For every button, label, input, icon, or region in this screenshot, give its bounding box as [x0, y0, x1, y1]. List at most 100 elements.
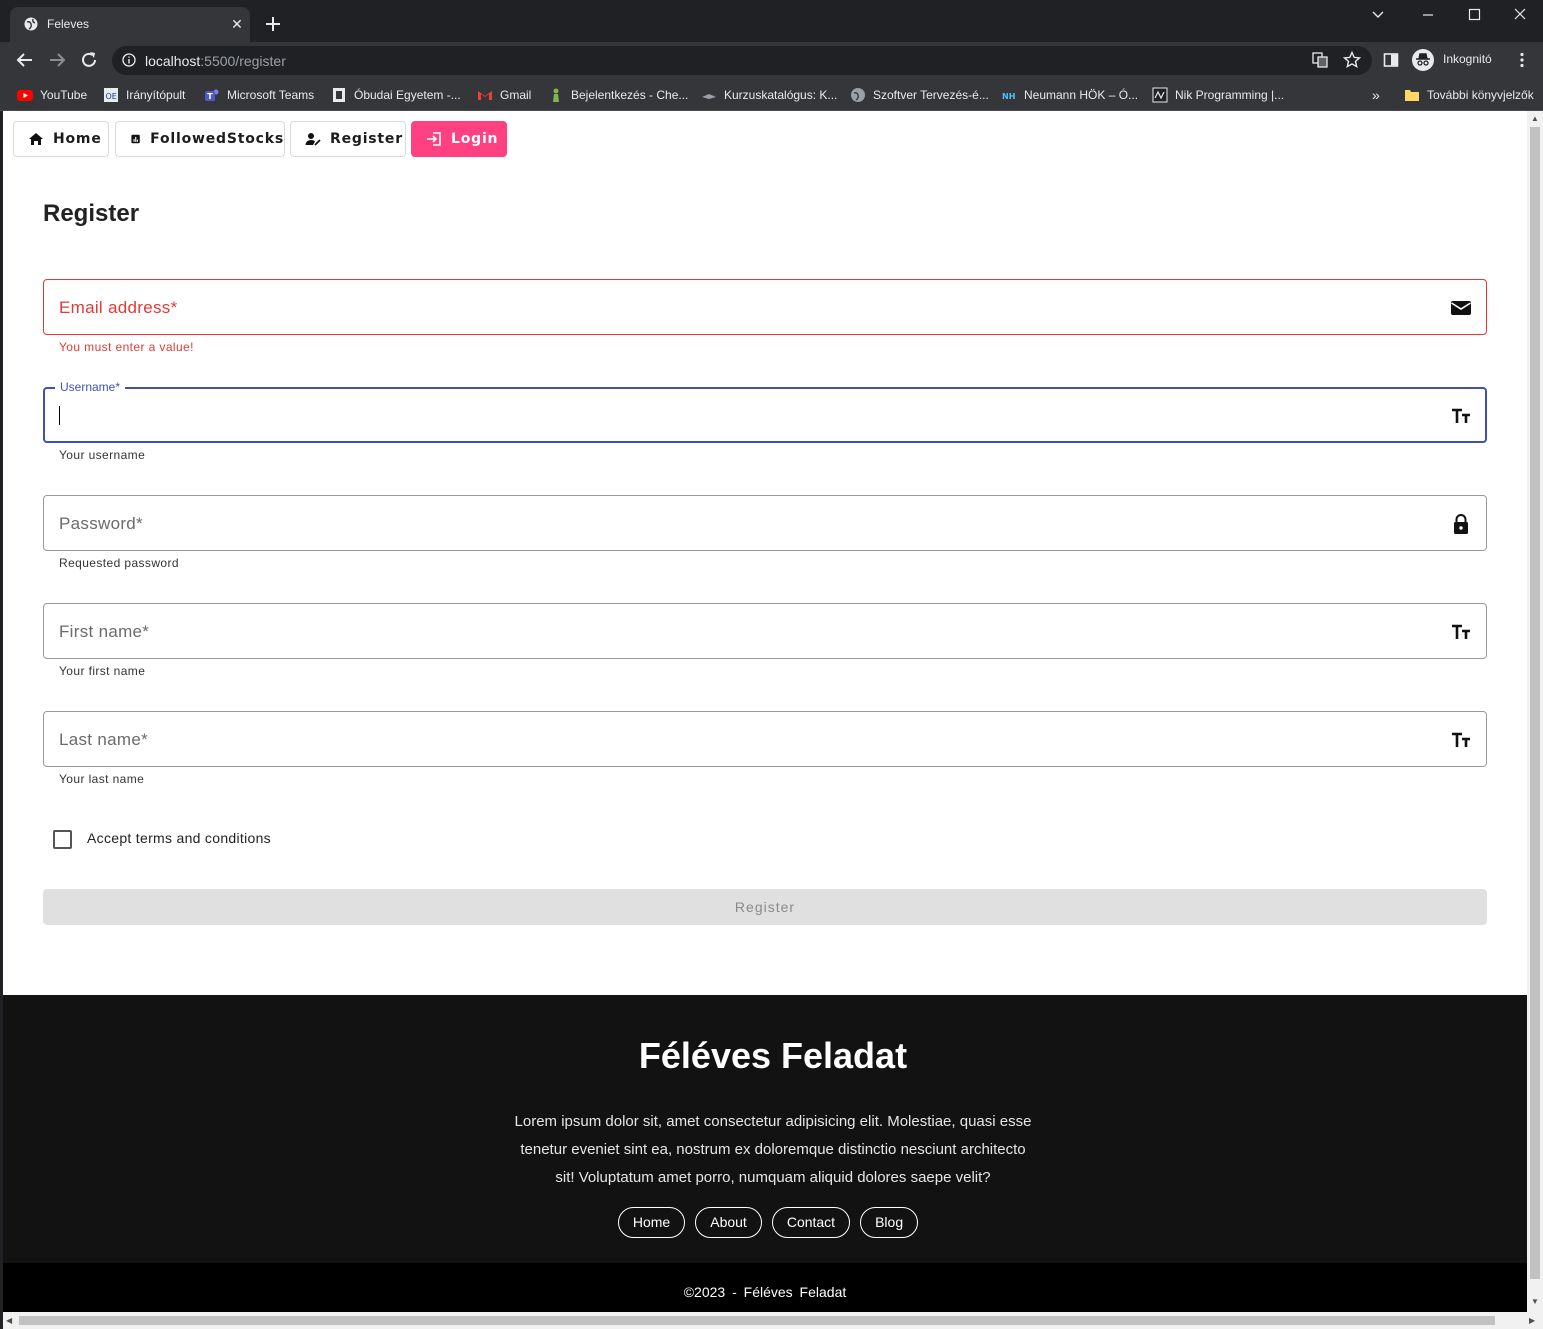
oe-icon: OE	[104, 88, 118, 102]
home-icon	[29, 133, 43, 145]
page-viewport: Home FollowedStocks Register Login Regis…	[3, 111, 1527, 1312]
bookmark-star-icon[interactable]	[1342, 50, 1362, 70]
horizontal-scrollbar[interactable]: ◀ ▶	[3, 1312, 1543, 1329]
last-name-hint: Your last name	[59, 772, 145, 786]
footer-text: Lorem ipsum dolor sit, amet consectetur …	[514, 1113, 1032, 1186]
scroll-right-icon[interactable]: ▶	[1529, 1316, 1535, 1325]
username-field[interactable]: Username*	[43, 380, 1487, 443]
footer-link-contact[interactable]: Contact	[771, 1207, 851, 1238]
first-name-hint: Your first name	[59, 664, 146, 678]
footer-link-home[interactable]: Home	[617, 1207, 686, 1238]
password-label: Password*	[59, 514, 143, 533]
footer-title: Féléves Feladat	[638, 1035, 908, 1076]
username-hint: Your username	[59, 448, 146, 462]
tab-search-icon[interactable]	[1368, 6, 1388, 24]
university-icon	[333, 88, 345, 102]
svg-text:NH: NH	[1002, 92, 1015, 101]
bookmark-chess[interactable]: Bejelentkezés - Che...	[548, 86, 688, 104]
tab-close-icon[interactable]: ✕	[229, 16, 245, 32]
browser-tab[interactable]: Feleves ✕	[10, 7, 250, 42]
footer: Féléves Feladat Lorem ipsum dolor sit, a…	[3, 995, 1527, 1263]
tab-strip: Feleves ✕	[0, 0, 1543, 42]
bookmark-iranyitopult[interactable]: OE Irányítópult	[103, 86, 185, 104]
translate-icon[interactable]	[1310, 50, 1330, 70]
bookmark-szoftver[interactable]: Szoftver Tervezés-é...	[850, 86, 989, 104]
page-title: Register	[43, 200, 140, 227]
email-field[interactable]: Email address*	[43, 279, 1487, 335]
last-name-field[interactable]: Last name*	[43, 711, 1487, 767]
address-bar[interactable]: localhost:5500/register	[112, 46, 1372, 75]
person-edit-icon	[305, 133, 321, 146]
bookmark-gmail[interactable]: Gmail	[477, 86, 531, 104]
text-fields-icon	[1452, 732, 1470, 747]
browser-toolbar: localhost:5500/register Inkognitó	[0, 42, 1543, 79]
bookmark-youtube[interactable]: YouTube	[17, 86, 87, 104]
site-info-icon[interactable]	[122, 53, 136, 67]
horizontal-scroll-thumb[interactable]	[19, 1316, 1495, 1325]
url-text: localhost:5500/register	[145, 53, 286, 69]
footer-links: Home About Contact Blog	[3, 1207, 1527, 1238]
first-name-label: First name*	[59, 622, 150, 641]
bookmarks-overflow-icon[interactable]: »	[1372, 86, 1380, 104]
last-name-label: Last name*	[59, 730, 148, 749]
course-icon	[702, 94, 716, 99]
copyright: ©2023 - Féléves Feladat	[3, 1263, 1527, 1312]
teams-icon: T	[205, 89, 219, 101]
scroll-up-icon[interactable]: ▲	[1531, 114, 1539, 123]
vertical-scrollbar[interactable]: ▲ ▼	[1527, 111, 1543, 1312]
email-label: Email address*	[59, 298, 178, 317]
lock-icon	[1454, 514, 1468, 534]
minimize-icon[interactable]	[1418, 6, 1438, 24]
globe-icon	[24, 17, 38, 31]
scroll-down-icon[interactable]: ▼	[1531, 1297, 1539, 1306]
login-icon	[427, 132, 441, 146]
nav-home-button[interactable]: Home	[13, 121, 109, 157]
bookmark-nik[interactable]: Nik Programming |...	[1152, 86, 1284, 104]
footer-link-about[interactable]: About	[695, 1207, 762, 1238]
svg-text:T: T	[207, 92, 213, 101]
nav-followed-stocks-button[interactable]: FollowedStocks	[115, 121, 285, 157]
youtube-icon	[17, 90, 33, 101]
scroll-left-icon[interactable]: ◀	[6, 1316, 12, 1325]
menu-kebab-icon[interactable]	[1512, 50, 1532, 70]
nik-icon	[1152, 87, 1168, 103]
password-hint: Requested password	[59, 556, 179, 570]
globe-icon	[851, 88, 865, 102]
bookmark-kurzus[interactable]: Kurzuskatalógus: K...	[701, 86, 837, 104]
nav-register-button[interactable]: Register	[290, 121, 406, 157]
username-label: Username*	[55, 380, 126, 394]
text-caret	[59, 406, 60, 425]
first-name-field[interactable]: First name*	[43, 603, 1487, 659]
close-window-icon[interactable]	[1510, 6, 1530, 24]
terms-checkbox[interactable]	[53, 830, 72, 849]
footer-link-blog[interactable]: Blog	[860, 1207, 919, 1238]
maximize-icon[interactable]	[1464, 6, 1484, 24]
text-fields-icon	[1452, 408, 1470, 423]
terms-label[interactable]: Accept terms and conditions	[87, 830, 271, 846]
profile-label: Inkognitó	[1443, 52, 1492, 66]
nav-login-button[interactable]: Login	[411, 121, 507, 157]
gmail-icon	[478, 91, 492, 100]
back-icon[interactable]	[15, 50, 35, 70]
bookmark-teams[interactable]: T Microsoft Teams	[204, 86, 314, 104]
bookmark-neumann[interactable]: NH Neumann HÖK – Ó...	[1001, 86, 1138, 104]
side-panel-icon[interactable]	[1381, 50, 1401, 70]
folder-icon	[1405, 90, 1419, 101]
tab-title: Feleves	[47, 17, 90, 31]
bookmark-obudai[interactable]: Óbudai Egyetem -...	[331, 86, 461, 104]
bookmarks-bar: YouTube OE Irányítópult T Microsoft Team…	[0, 79, 1543, 111]
register-submit-button[interactable]: Register	[43, 889, 1487, 925]
forward-icon[interactable]	[47, 50, 67, 70]
bar-chart-icon	[131, 134, 140, 144]
vertical-scroll-thumb[interactable]	[1530, 127, 1540, 1279]
text-fields-icon	[1452, 624, 1470, 639]
chess-icon	[553, 88, 559, 102]
mail-icon	[1451, 301, 1471, 315]
nh-icon: NH	[1002, 92, 1015, 101]
email-error: You must enter a value!	[59, 340, 194, 354]
new-tab-icon[interactable]	[264, 15, 282, 33]
password-field[interactable]: Password*	[43, 495, 1487, 551]
reload-icon[interactable]	[79, 50, 99, 70]
bookmark-more-folder[interactable]: További könyvjelzők	[1404, 86, 1534, 104]
incognito-icon	[1412, 49, 1434, 71]
